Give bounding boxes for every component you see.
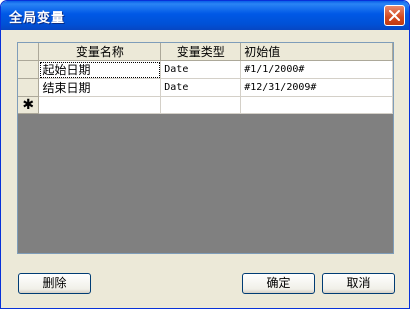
column-header-type[interactable]: 变量类型 xyxy=(160,43,242,61)
cell-initial-value[interactable]: #12/31/2009# xyxy=(240,78,393,97)
title-bar[interactable]: 全局变量 xyxy=(1,1,409,30)
variables-grid[interactable]: 变量名称 变量类型 初始值 起始日期 Date #1/1/2000# 结束日期 … xyxy=(17,42,394,254)
window-title: 全局变量 xyxy=(9,11,66,26)
cell-initial-value[interactable] xyxy=(240,96,393,114)
cell-name[interactable]: 结束日期 xyxy=(38,78,162,97)
ok-button[interactable]: 确定 xyxy=(242,273,315,294)
close-button[interactable] xyxy=(384,5,405,26)
cell-type[interactable]: Date xyxy=(160,60,242,79)
cancel-button[interactable]: 取消 xyxy=(322,273,395,294)
column-header-initial-value[interactable]: 初始值 xyxy=(240,43,393,61)
new-row[interactable]: ✱ xyxy=(18,96,393,114)
column-header-name[interactable]: 变量名称 xyxy=(38,43,162,61)
cell-name[interactable]: 起始日期 xyxy=(38,60,162,79)
close-icon xyxy=(389,10,400,21)
global-variables-dialog: 全局变量 变量名称 变量类型 初始值 起始日期 Date #1/1/2000# … xyxy=(0,0,410,309)
table-row[interactable]: 起始日期 Date #1/1/2000# xyxy=(18,60,393,79)
delete-button[interactable]: 删除 xyxy=(18,273,91,294)
row-selector[interactable] xyxy=(18,60,40,79)
cell-name[interactable] xyxy=(38,96,162,114)
cell-type[interactable]: Date xyxy=(160,78,242,97)
row-selector[interactable] xyxy=(18,78,40,97)
header-row-selector[interactable] xyxy=(18,43,40,61)
new-row-marker-icon[interactable]: ✱ xyxy=(18,96,40,114)
cell-type[interactable] xyxy=(160,96,242,114)
table-row[interactable]: 结束日期 Date #12/31/2009# xyxy=(18,78,393,97)
cell-initial-value[interactable]: #1/1/2000# xyxy=(240,60,393,79)
grid-header-row: 变量名称 变量类型 初始值 xyxy=(18,43,393,61)
